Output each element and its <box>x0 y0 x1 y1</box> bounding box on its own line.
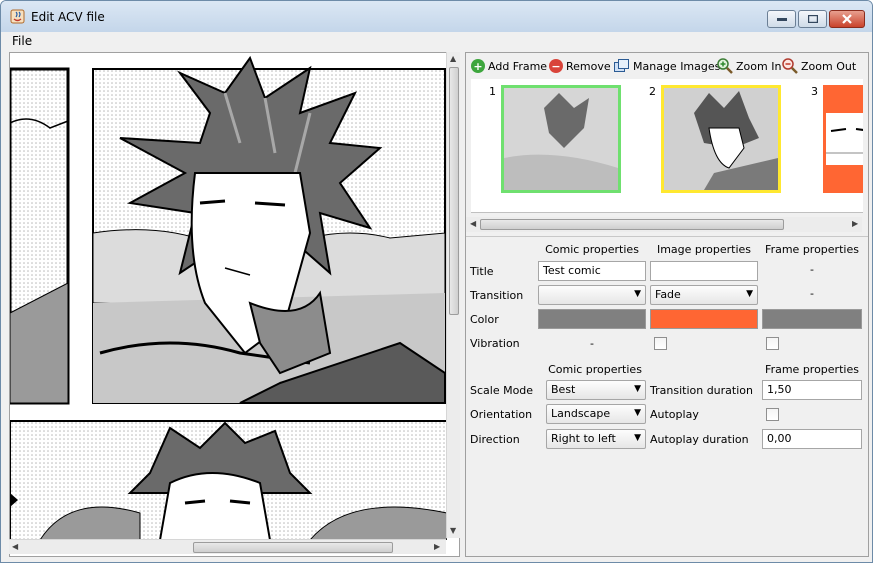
comic-page-view[interactable] <box>9 52 460 557</box>
add-frame-button[interactable]: + Add Frame <box>471 57 547 75</box>
menu-file[interactable]: File <box>12 34 32 48</box>
zoom-in-label: Zoom In <box>736 59 782 73</box>
comic-vibration-value: - <box>590 337 594 350</box>
frame-number: 2 <box>649 85 656 98</box>
orientation-select[interactable]: Landscape ▼ <box>546 404 646 424</box>
transition-label: Transition <box>470 289 524 302</box>
page-horizontal-scrollbar[interactable]: ◀ ▶ <box>9 539 446 554</box>
frame-thumbnail[interactable] <box>823 85 863 193</box>
zoom-out-label: Zoom Out <box>801 59 857 73</box>
scroll-right-icon[interactable]: ▶ <box>434 542 440 551</box>
chevron-down-icon: ▼ <box>634 433 641 443</box>
manage-images-button[interactable]: Manage Images <box>614 57 720 75</box>
chevron-down-icon: ▼ <box>746 289 753 299</box>
manage-images-label: Manage Images <box>633 59 721 73</box>
title-bar: Edit ACV file <box>1 1 872 32</box>
chevron-down-icon: ▼ <box>634 289 641 299</box>
section-divider <box>466 236 868 237</box>
autoplay-duration-label: Autoplay duration <box>650 433 749 446</box>
frame-strip-scrollbar[interactable]: ◀ ▶ <box>466 217 862 232</box>
window-title: Edit ACV file <box>31 10 105 24</box>
scale-mode-label: Scale Mode <box>470 384 534 397</box>
zoom-in-icon <box>717 58 733 74</box>
chevron-down-icon: ▼ <box>634 384 641 394</box>
remove-button[interactable]: − Remove <box>549 57 611 75</box>
maximize-button[interactable] <box>798 10 827 28</box>
comic-color-swatch[interactable] <box>538 309 646 329</box>
direction-select[interactable]: Right to left ▼ <box>546 429 646 449</box>
image-color-swatch[interactable] <box>650 309 758 329</box>
direction-value: Right to left <box>551 432 616 445</box>
scale-mode-select[interactable]: Best ▼ <box>546 380 646 400</box>
maximize-icon <box>807 15 818 23</box>
page-vertical-scrollbar[interactable]: ▲ ▼ <box>446 52 460 538</box>
chevron-down-icon: ▼ <box>634 408 641 418</box>
minimize-icon <box>776 18 787 21</box>
title-label: Title <box>470 265 494 278</box>
app-window: Edit ACV file File ▲ ▼ ◀ ▶ + Add Frame −… <box>0 0 873 563</box>
horizontal-scroll-thumb[interactable] <box>193 542 393 553</box>
frame-editor-panel: + Add Frame − Remove Manage Images Zoom … <box>465 52 869 557</box>
scroll-left-icon[interactable]: ◀ <box>470 219 476 228</box>
frame-number: 3 <box>811 85 818 98</box>
frame-color-swatch[interactable] <box>762 309 862 329</box>
scroll-down-icon[interactable]: ▼ <box>450 526 456 535</box>
comic-properties-header: Comic properties <box>545 243 639 256</box>
java-app-icon <box>10 9 25 24</box>
color-label: Color <box>470 313 499 326</box>
images-icon <box>614 59 629 72</box>
comic-title-field[interactable]: Test comic <box>538 261 646 281</box>
close-icon <box>842 14 852 24</box>
image-vibration-checkbox[interactable] <box>654 337 667 350</box>
orientation-value: Landscape <box>551 407 611 420</box>
frame-1-image <box>504 88 618 190</box>
zoom-out-icon <box>782 58 798 74</box>
comic-transition-select[interactable]: ▼ <box>538 285 646 305</box>
zoom-out-button[interactable]: Zoom Out <box>782 57 856 75</box>
frame-strip-scroll-thumb[interactable] <box>480 219 784 230</box>
comic-properties-subheader: Comic properties <box>548 363 642 376</box>
orientation-label: Orientation <box>470 408 533 421</box>
autoplay-label: Autoplay <box>650 408 699 421</box>
minimize-button[interactable] <box>767 10 796 28</box>
comic-page-image <box>10 53 447 540</box>
frame-transition-value: - <box>810 287 814 300</box>
image-transition-value: Fade <box>655 288 681 301</box>
direction-label: Direction <box>470 433 520 446</box>
frame-properties-subheader: Frame properties <box>765 363 859 376</box>
remove-icon: − <box>549 59 563 73</box>
frame-thumbnail[interactable] <box>501 85 621 193</box>
frame-3-image <box>826 113 863 165</box>
close-button[interactable] <box>829 10 865 28</box>
frame-2-image <box>664 88 778 190</box>
vibration-label: Vibration <box>470 337 520 350</box>
transition-duration-label: Transition duration <box>650 384 753 397</box>
scroll-up-icon[interactable]: ▲ <box>450 54 456 63</box>
autoplay-duration-field[interactable]: 0,00 <box>762 429 862 449</box>
menu-bar: File <box>1 32 872 50</box>
frame-properties-header: Frame properties <box>765 243 859 256</box>
zoom-in-button[interactable]: Zoom In <box>717 57 781 75</box>
image-properties-header: Image properties <box>656 243 752 256</box>
scroll-right-icon[interactable]: ▶ <box>852 219 858 228</box>
frame-strip: 1 2 3 <box>471 79 863 213</box>
frame-thumbnail-selected[interactable] <box>661 85 781 193</box>
frame-vibration-checkbox[interactable] <box>766 337 779 350</box>
transition-duration-field[interactable]: 1,50 <box>762 380 862 400</box>
add-frame-label: Add Frame <box>488 59 548 73</box>
remove-label: Remove <box>566 59 611 73</box>
frame-number: 1 <box>489 85 496 98</box>
scroll-left-icon[interactable]: ◀ <box>12 542 18 551</box>
scale-mode-value: Best <box>551 383 576 396</box>
image-title-field[interactable] <box>650 261 758 281</box>
vertical-scroll-thumb[interactable] <box>449 67 459 315</box>
image-transition-select[interactable]: Fade ▼ <box>650 285 758 305</box>
autoplay-checkbox[interactable] <box>766 408 779 421</box>
add-icon: + <box>471 59 485 73</box>
frame-title-value: - <box>810 263 814 276</box>
